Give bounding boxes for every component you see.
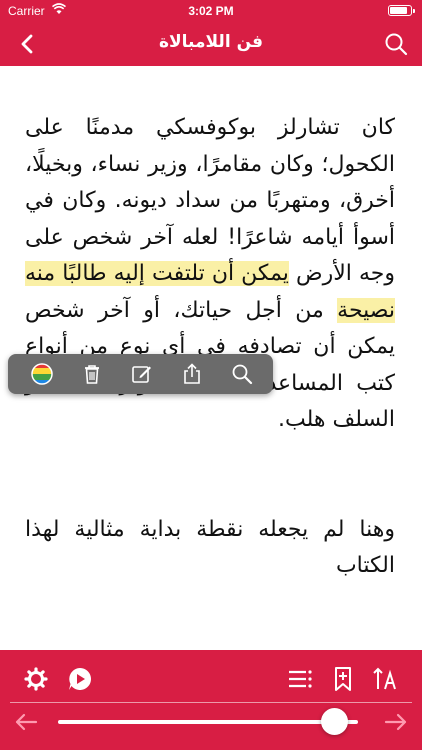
search-icon[interactable] bbox=[222, 354, 262, 394]
list-icon[interactable] bbox=[286, 665, 314, 693]
status-bar: Carrier 3:02 PM bbox=[0, 0, 422, 22]
reader-content[interactable]: كان تشارلز بوكوفسكي مدمنًا على الكحول؛ و… bbox=[0, 66, 422, 626]
arrow-right-icon[interactable] bbox=[382, 708, 410, 736]
status-time: 3:02 PM bbox=[188, 4, 234, 18]
progress-slider-track[interactable] bbox=[58, 720, 358, 724]
bottom-toolbar bbox=[0, 650, 422, 750]
selection-menu bbox=[8, 354, 273, 394]
progress-slider-thumb[interactable] bbox=[320, 708, 348, 735]
edit-note-icon[interactable] bbox=[122, 354, 162, 394]
next-paragraph: وهنا لم يجعله نقطة بداية مثالية لهذا الك… bbox=[25, 516, 395, 579]
trash-icon[interactable] bbox=[72, 354, 112, 394]
battery-icon bbox=[388, 5, 415, 16]
toolbar-divider bbox=[10, 702, 412, 703]
search-icon[interactable] bbox=[382, 30, 410, 58]
font-size-icon[interactable] bbox=[371, 665, 399, 693]
book-title: فن اللامبالاة bbox=[158, 32, 263, 52]
arrow-left-icon[interactable] bbox=[12, 708, 40, 736]
share-icon[interactable] bbox=[172, 354, 212, 394]
bookmark-add-icon[interactable] bbox=[329, 665, 357, 693]
book-paragraph[interactable]: كان تشارلز بوكوفسكي مدمنًا على الكحول؛ و… bbox=[25, 110, 395, 585]
audio-play-icon[interactable] bbox=[66, 665, 94, 693]
navigation-bar: فن اللامبالاة bbox=[0, 22, 422, 66]
color-picker-icon[interactable] bbox=[22, 354, 62, 394]
settings-gear-icon[interactable] bbox=[22, 665, 50, 693]
